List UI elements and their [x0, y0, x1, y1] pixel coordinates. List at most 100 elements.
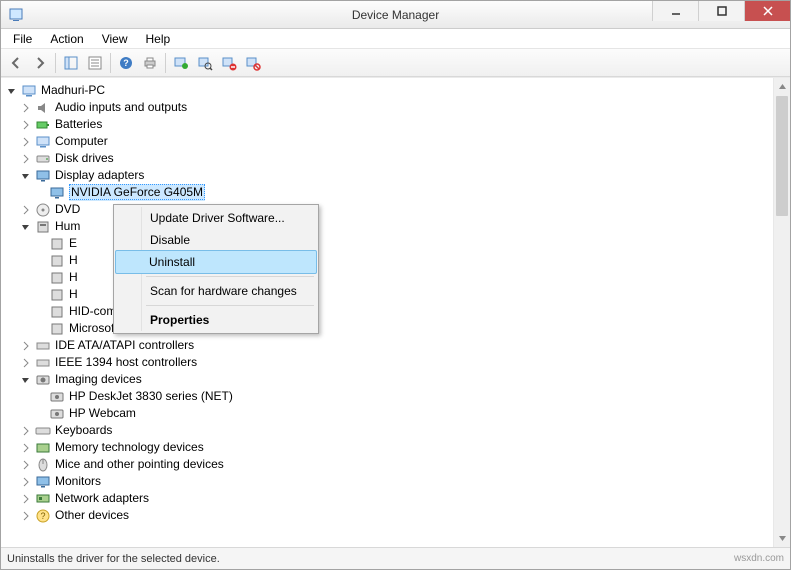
- collapse-icon[interactable]: [19, 169, 33, 183]
- tree-category[interactable]: IDE ATA/ATAPI controllers: [5, 337, 773, 354]
- client-area: Madhuri-PC Audio inputs and outputs Batt…: [1, 77, 790, 547]
- display-adapter-icon: [35, 168, 51, 184]
- tree-category[interactable]: Monitors: [5, 473, 773, 490]
- toolbar-separator: [55, 53, 56, 73]
- tree-device[interactable]: HP DeskJet 3830 series (NET): [5, 388, 773, 405]
- tree-category[interactable]: IEEE 1394 host controllers: [5, 354, 773, 371]
- expand-icon[interactable]: [19, 424, 33, 438]
- expand-icon[interactable]: [19, 458, 33, 472]
- tree-category[interactable]: Mice and other pointing devices: [5, 456, 773, 473]
- update-driver-button[interactable]: [170, 52, 192, 74]
- maximize-button[interactable]: [698, 1, 744, 21]
- hid-icon: [49, 321, 65, 337]
- expand-icon[interactable]: [19, 356, 33, 370]
- tree-category[interactable]: Computer: [5, 133, 773, 150]
- tree-category-imaging[interactable]: Imaging devices: [5, 371, 773, 388]
- menu-label: Update Driver Software...: [150, 211, 285, 225]
- computer-icon: [21, 83, 37, 99]
- tree-label: Memory technology devices: [55, 439, 204, 456]
- expand-icon[interactable]: [19, 339, 33, 353]
- properties-button[interactable]: [84, 52, 106, 74]
- app-icon: [7, 6, 25, 24]
- close-button[interactable]: [744, 1, 790, 21]
- tree-device[interactable]: HP Webcam: [5, 405, 773, 422]
- back-button[interactable]: [5, 52, 27, 74]
- scroll-down-button[interactable]: [774, 530, 790, 547]
- context-disable[interactable]: Disable: [116, 229, 316, 251]
- audio-icon: [35, 100, 51, 116]
- menu-view[interactable]: View: [94, 30, 136, 48]
- print-button[interactable]: [139, 52, 161, 74]
- svg-text:?: ?: [40, 511, 45, 521]
- scan-button[interactable]: [194, 52, 216, 74]
- disable-button[interactable]: [218, 52, 240, 74]
- show-tree-button[interactable]: [60, 52, 82, 74]
- window-controls: [652, 1, 790, 28]
- expand-icon[interactable]: [19, 492, 33, 506]
- tree-category[interactable]: Disk drives: [5, 150, 773, 167]
- tree-category-display[interactable]: Display adapters: [5, 167, 773, 184]
- tree-category[interactable]: Memory technology devices: [5, 439, 773, 456]
- context-properties[interactable]: Properties: [116, 309, 316, 331]
- tree-label: Disk drives: [55, 150, 114, 167]
- window-title: Device Manager: [352, 8, 439, 22]
- toolbar: ?: [1, 49, 790, 77]
- tree-label: HP DeskJet 3830 series (NET): [69, 388, 233, 405]
- tree-label: E: [69, 235, 77, 252]
- tree-label: Monitors: [55, 473, 101, 490]
- network-icon: [35, 491, 51, 507]
- expand-icon[interactable]: [19, 101, 33, 115]
- tree-label: Display adapters: [55, 167, 144, 184]
- expand-icon[interactable]: [19, 152, 33, 166]
- menu-file[interactable]: File: [5, 30, 40, 48]
- context-menu: Update Driver Software... Disable Uninst…: [113, 204, 319, 334]
- context-update-driver[interactable]: Update Driver Software...: [116, 207, 316, 229]
- watermark: wsxdn.com: [734, 553, 784, 564]
- menu-action[interactable]: Action: [42, 30, 91, 48]
- vertical-scrollbar[interactable]: [773, 78, 790, 547]
- window: Device Manager File Action View Help: [0, 0, 791, 570]
- expand-icon[interactable]: [19, 203, 33, 217]
- context-menu-separator: [146, 305, 314, 306]
- uninstall-button[interactable]: [242, 52, 264, 74]
- scroll-thumb[interactable]: [776, 96, 788, 216]
- collapse-icon[interactable]: [19, 220, 33, 234]
- collapse-icon[interactable]: [5, 84, 19, 98]
- tree-label: Madhuri-PC: [41, 82, 105, 99]
- expand-icon[interactable]: [19, 135, 33, 149]
- tree-category[interactable]: ?Other devices: [5, 507, 773, 524]
- scroll-up-button[interactable]: [774, 78, 790, 95]
- tree-label: Hum: [55, 218, 80, 235]
- expand-icon[interactable]: [19, 441, 33, 455]
- tree-label: Keyboards: [55, 422, 112, 439]
- mouse-icon: [35, 457, 51, 473]
- memory-icon: [35, 440, 51, 456]
- context-uninstall[interactable]: Uninstall: [115, 250, 317, 274]
- context-scan[interactable]: Scan for hardware changes: [116, 280, 316, 302]
- collapse-icon[interactable]: [19, 373, 33, 387]
- svg-text:?: ?: [123, 58, 129, 68]
- menu-label: Properties: [150, 313, 209, 327]
- tree-category[interactable]: Audio inputs and outputs: [5, 99, 773, 116]
- toolbar-separator: [110, 53, 111, 73]
- dvd-icon: [35, 202, 51, 218]
- help-button[interactable]: ?: [115, 52, 137, 74]
- tree-category[interactable]: Keyboards: [5, 422, 773, 439]
- tree-label: DVD: [55, 201, 80, 218]
- tree-category[interactable]: Batteries: [5, 116, 773, 133]
- menu-help[interactable]: Help: [138, 30, 179, 48]
- forward-button[interactable]: [29, 52, 51, 74]
- tree-root[interactable]: Madhuri-PC: [5, 82, 773, 99]
- ide-icon: [35, 338, 51, 354]
- tree-device-nvidia[interactable]: NVIDIA GeForce G405M: [5, 184, 773, 201]
- tree-view[interactable]: Madhuri-PC Audio inputs and outputs Batt…: [1, 78, 790, 547]
- minimize-button[interactable]: [652, 1, 698, 21]
- hid-icon: [49, 253, 65, 269]
- statusbar: Uninstalls the driver for the selected d…: [1, 547, 790, 569]
- expand-icon[interactable]: [19, 118, 33, 132]
- tree-category[interactable]: Network adapters: [5, 490, 773, 507]
- menubar: File Action View Help: [1, 29, 790, 49]
- expand-icon[interactable]: [19, 509, 33, 523]
- expand-icon[interactable]: [19, 475, 33, 489]
- menu-label: Scan for hardware changes: [150, 284, 297, 298]
